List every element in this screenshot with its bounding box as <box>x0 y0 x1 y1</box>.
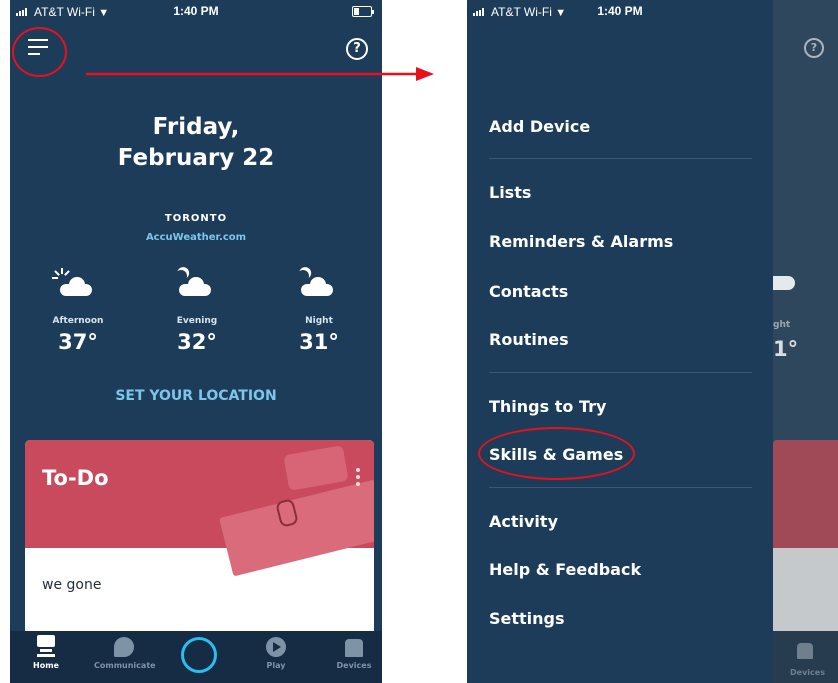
transition-arrow-icon <box>86 67 434 81</box>
